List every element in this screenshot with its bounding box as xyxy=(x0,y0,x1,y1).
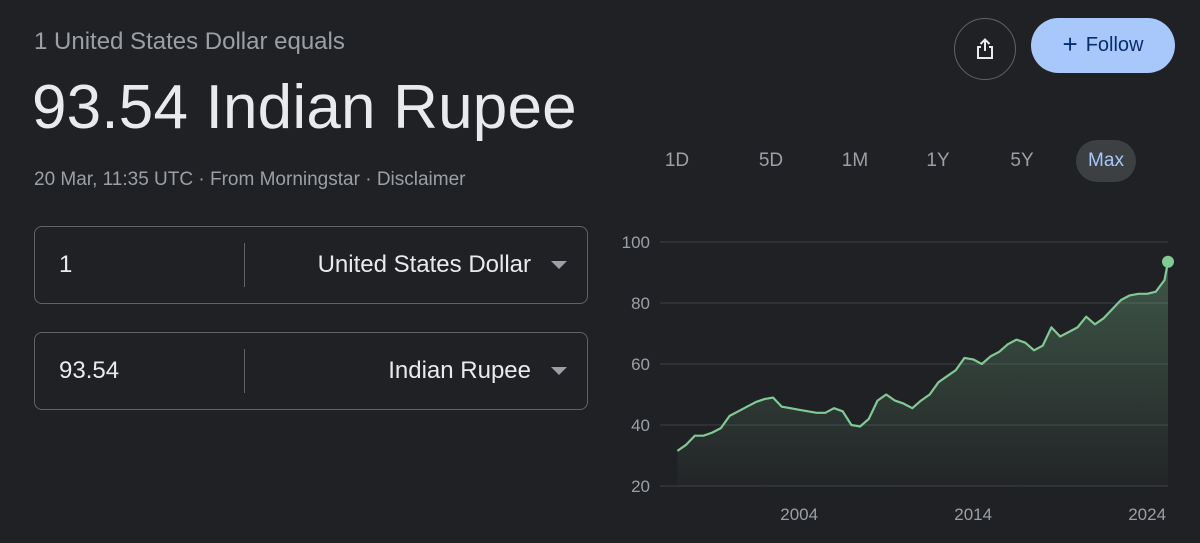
to-currency-select[interactable]: Indian Rupee xyxy=(388,333,531,409)
range-tab-5y[interactable]: 5Y xyxy=(991,140,1053,182)
y-tick-label: 60 xyxy=(631,355,650,374)
field-divider xyxy=(244,349,245,393)
rate-meta: 20 Mar, 11:35 UTC · From Morningstar · D… xyxy=(34,169,466,191)
field-divider xyxy=(244,243,245,287)
chart-area-fill xyxy=(677,261,1168,486)
chevron-down-icon[interactable] xyxy=(551,261,567,269)
exchange-rate-chart[interactable]: 20 40 60 80 100 2004 2014 2024 xyxy=(600,222,1190,532)
to-amount-input[interactable] xyxy=(59,333,239,409)
follow-button[interactable]: + Follow xyxy=(1031,18,1175,73)
range-tabs: 1D 5D 1M 1Y 5Y Max xyxy=(646,140,1166,184)
share-button[interactable] xyxy=(954,18,1016,80)
y-tick-label: 40 xyxy=(631,416,650,435)
exchange-subtitle: 1 United States Dollar equals xyxy=(34,28,345,55)
y-tick-label: 100 xyxy=(622,233,650,252)
range-tab-1y[interactable]: 1Y xyxy=(907,140,969,182)
exchange-rate: 93.54 Indian Rupee xyxy=(32,73,577,142)
share-icon xyxy=(977,38,993,59)
x-tick-label: 2004 xyxy=(780,505,818,524)
range-tab-max[interactable]: Max xyxy=(1076,140,1136,182)
disclaimer-link[interactable]: Disclaimer xyxy=(377,169,466,190)
plus-icon: + xyxy=(1062,29,1078,59)
chevron-down-icon[interactable] xyxy=(551,367,567,375)
source-link[interactable]: From Morningstar xyxy=(210,169,360,190)
range-tab-1d[interactable]: 1D xyxy=(646,140,708,182)
timestamp: 20 Mar, 11:35 UTC xyxy=(34,169,194,190)
to-currency-row: Indian Rupee xyxy=(34,332,588,410)
from-currency-row: United States Dollar xyxy=(34,226,588,304)
y-tick-label: 80 xyxy=(631,294,650,313)
meta-separator: · xyxy=(198,169,205,190)
from-amount-input[interactable] xyxy=(59,227,239,303)
range-tab-1m[interactable]: 1M xyxy=(824,140,886,182)
x-tick-label: 2014 xyxy=(954,505,992,524)
y-tick-label: 20 xyxy=(631,477,650,496)
range-tab-5d[interactable]: 5D xyxy=(740,140,802,182)
from-currency-select[interactable]: United States Dollar xyxy=(318,227,531,303)
meta-separator: · xyxy=(365,169,372,190)
chart-last-point xyxy=(1162,255,1174,268)
x-tick-label: 2024 xyxy=(1128,505,1166,524)
follow-label: Follow xyxy=(1085,34,1144,56)
